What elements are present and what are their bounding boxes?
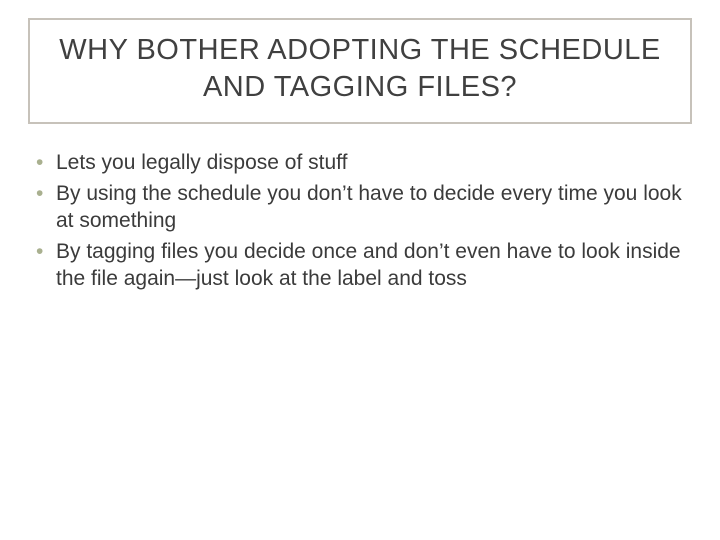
- slide: WHY BOTHER ADOPTING THE SCHEDULE AND TAG…: [0, 0, 720, 540]
- title-frame: WHY BOTHER ADOPTING THE SCHEDULE AND TAG…: [28, 18, 692, 124]
- bullet-text: Lets you legally dispose of stuff: [56, 151, 347, 174]
- list-item: By using the schedule you don’t have to …: [32, 181, 692, 235]
- list-item: By tagging files you decide once and don…: [32, 239, 692, 293]
- bullet-list: Lets you legally dispose of stuff By usi…: [32, 150, 692, 292]
- list-item: Lets you legally dispose of stuff: [32, 150, 692, 177]
- slide-title: WHY BOTHER ADOPTING THE SCHEDULE AND TAG…: [50, 32, 670, 106]
- bullet-text: By tagging files you decide once and don…: [56, 240, 681, 290]
- body-content: Lets you legally dispose of stuff By usi…: [32, 150, 692, 296]
- bullet-text: By using the schedule you don’t have to …: [56, 182, 682, 232]
